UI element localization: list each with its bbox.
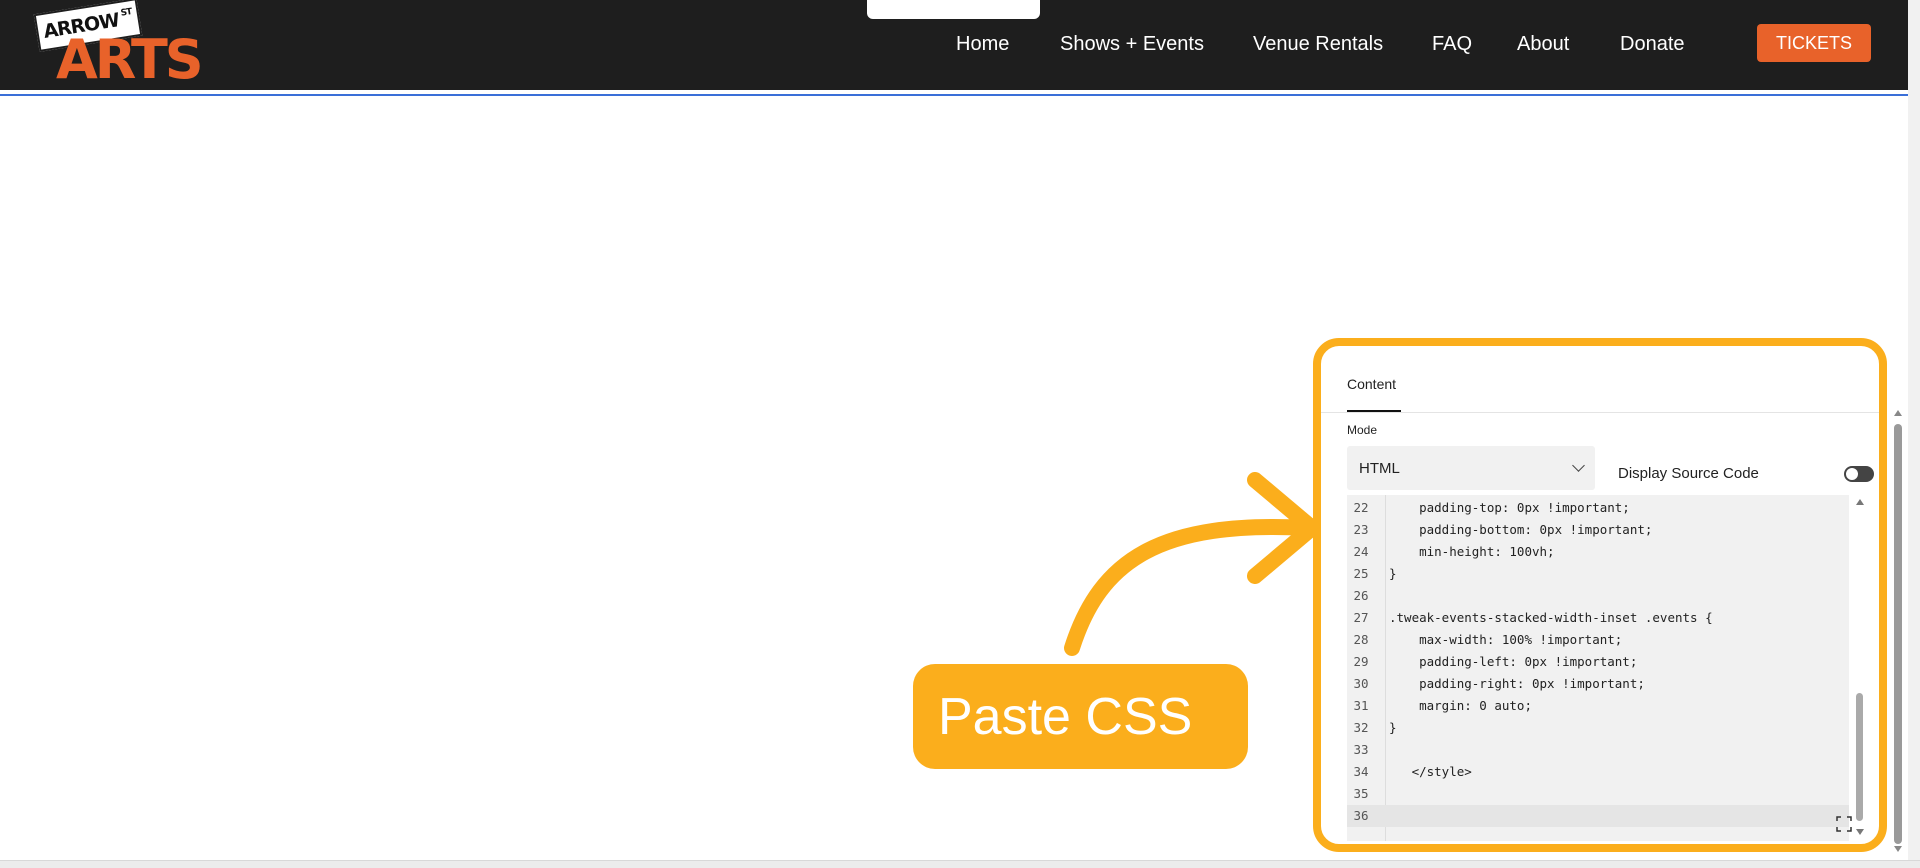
code-line[interactable]: 36	[1347, 805, 1849, 827]
code-line[interactable]: 23 padding-bottom: 0px !important;	[1347, 519, 1849, 541]
code-line[interactable]: 31 margin: 0 auto;	[1347, 695, 1849, 717]
line-number: 35	[1353, 786, 1369, 801]
line-number: 24	[1353, 544, 1369, 559]
line-number: 32	[1353, 720, 1369, 735]
nav-faq[interactable]: FAQ	[1432, 30, 1472, 58]
nav-donate[interactable]: Donate	[1620, 30, 1685, 58]
nav-home[interactable]: Home	[956, 30, 1009, 58]
code-line[interactable]: 22 padding-top: 0px !important;	[1347, 497, 1849, 519]
tab-content[interactable]: Content	[1347, 376, 1396, 392]
code-line[interactable]: 33	[1347, 739, 1849, 761]
code-line[interactable]: 27 .tweak-events-stacked-width-inset .eve…	[1347, 607, 1849, 629]
nav-shows-events[interactable]: Shows + Events	[1060, 30, 1204, 58]
line-number: 23	[1353, 522, 1369, 537]
mode-label: Mode	[1347, 423, 1378, 437]
line-number: 27	[1353, 610, 1369, 625]
toggle-knob	[1846, 468, 1858, 480]
code-scrollbar[interactable]	[1853, 495, 1867, 841]
code-line[interactable]: 26	[1347, 585, 1849, 607]
code-scroll-thumb[interactable]	[1856, 693, 1863, 821]
curved-arrow-icon	[1064, 472, 1320, 656]
nav-venue-rentals[interactable]: Venue Rentals	[1253, 30, 1383, 58]
code-text: padding-top: 0px !important;	[1389, 500, 1630, 515]
page-scrollbar[interactable]	[1908, 0, 1920, 867]
mode-select-value: HTML	[1359, 459, 1400, 477]
line-number: 31	[1353, 698, 1369, 713]
panel-scrollbar[interactable]	[1893, 408, 1903, 854]
line-number: 34	[1353, 764, 1369, 779]
panel-scroll-up-icon[interactable]	[1894, 410, 1902, 416]
code-text: min-height: 100vh;	[1389, 544, 1555, 559]
code-line[interactable]: 29 padding-left: 0px !important;	[1347, 651, 1849, 673]
scroll-down-icon[interactable]	[1856, 829, 1864, 835]
code-editor[interactable]: 22 padding-top: 0px !important; 23 paddin…	[1347, 495, 1849, 841]
code-line[interactable]: 30 padding-right: 0px !important;	[1347, 673, 1849, 695]
code-line[interactable]: 32}	[1347, 717, 1849, 739]
chevron-down-icon	[1572, 459, 1585, 472]
mode-select[interactable]: HTML	[1347, 446, 1595, 490]
code-text: .tweak-events-stacked-width-inset .event…	[1389, 610, 1713, 625]
code-text: padding-bottom: 0px !important;	[1389, 522, 1653, 537]
header-selection-line	[0, 94, 1908, 96]
panel-divider	[1321, 412, 1879, 413]
code-line[interactable]: 35	[1347, 783, 1849, 805]
code-text: padding-right: 0px !important;	[1389, 676, 1645, 691]
code-line[interactable]: 24 min-height: 100vh;	[1347, 541, 1849, 563]
scroll-up-icon[interactable]	[1856, 499, 1864, 505]
paste-css-callout: Paste CSS	[913, 664, 1248, 769]
panel-scroll-down-icon[interactable]	[1894, 846, 1902, 852]
code-text: margin: 0 auto;	[1389, 698, 1532, 713]
site-header: ARROW ST ARTS Home Shows + Events Venue R…	[0, 0, 1908, 90]
logo-top-suffix: ST	[120, 7, 133, 19]
line-number: 36	[1353, 808, 1369, 823]
code-text: }	[1389, 566, 1397, 581]
code-line[interactable]: 34 </style>	[1347, 761, 1849, 783]
display-source-code-toggle[interactable]	[1844, 466, 1874, 482]
line-number: 25	[1353, 566, 1369, 581]
nav-about[interactable]: About	[1517, 30, 1569, 58]
line-number: 22	[1353, 500, 1369, 515]
display-source-code-label: Display Source Code	[1618, 465, 1759, 482]
line-number: 28	[1353, 632, 1369, 647]
code-text: }	[1389, 720, 1397, 735]
expand-icon[interactable]	[1836, 816, 1852, 832]
code-text: max-width: 100% !important;	[1389, 632, 1623, 647]
code-text: padding-left: 0px !important;	[1389, 654, 1638, 669]
line-number: 33	[1353, 742, 1369, 757]
logo-main-text: ARTS	[56, 28, 204, 91]
panel-scroll-thumb[interactable]	[1894, 424, 1902, 844]
site-logo[interactable]: ARROW ST ARTS	[33, 0, 204, 88]
top-overlay-tab	[867, 0, 1040, 19]
code-line[interactable]: 28 max-width: 100% !important;	[1347, 629, 1849, 651]
line-number: 29	[1353, 654, 1369, 669]
line-number: 30	[1353, 676, 1369, 691]
code-line[interactable]: 25}	[1347, 563, 1849, 585]
code-text: </style>	[1389, 764, 1472, 779]
code-block-editor-panel: Content Mode HTML Display Source Code 22…	[1313, 338, 1887, 852]
line-number: 26	[1353, 588, 1369, 603]
tickets-button[interactable]: TICKETS	[1757, 24, 1871, 62]
